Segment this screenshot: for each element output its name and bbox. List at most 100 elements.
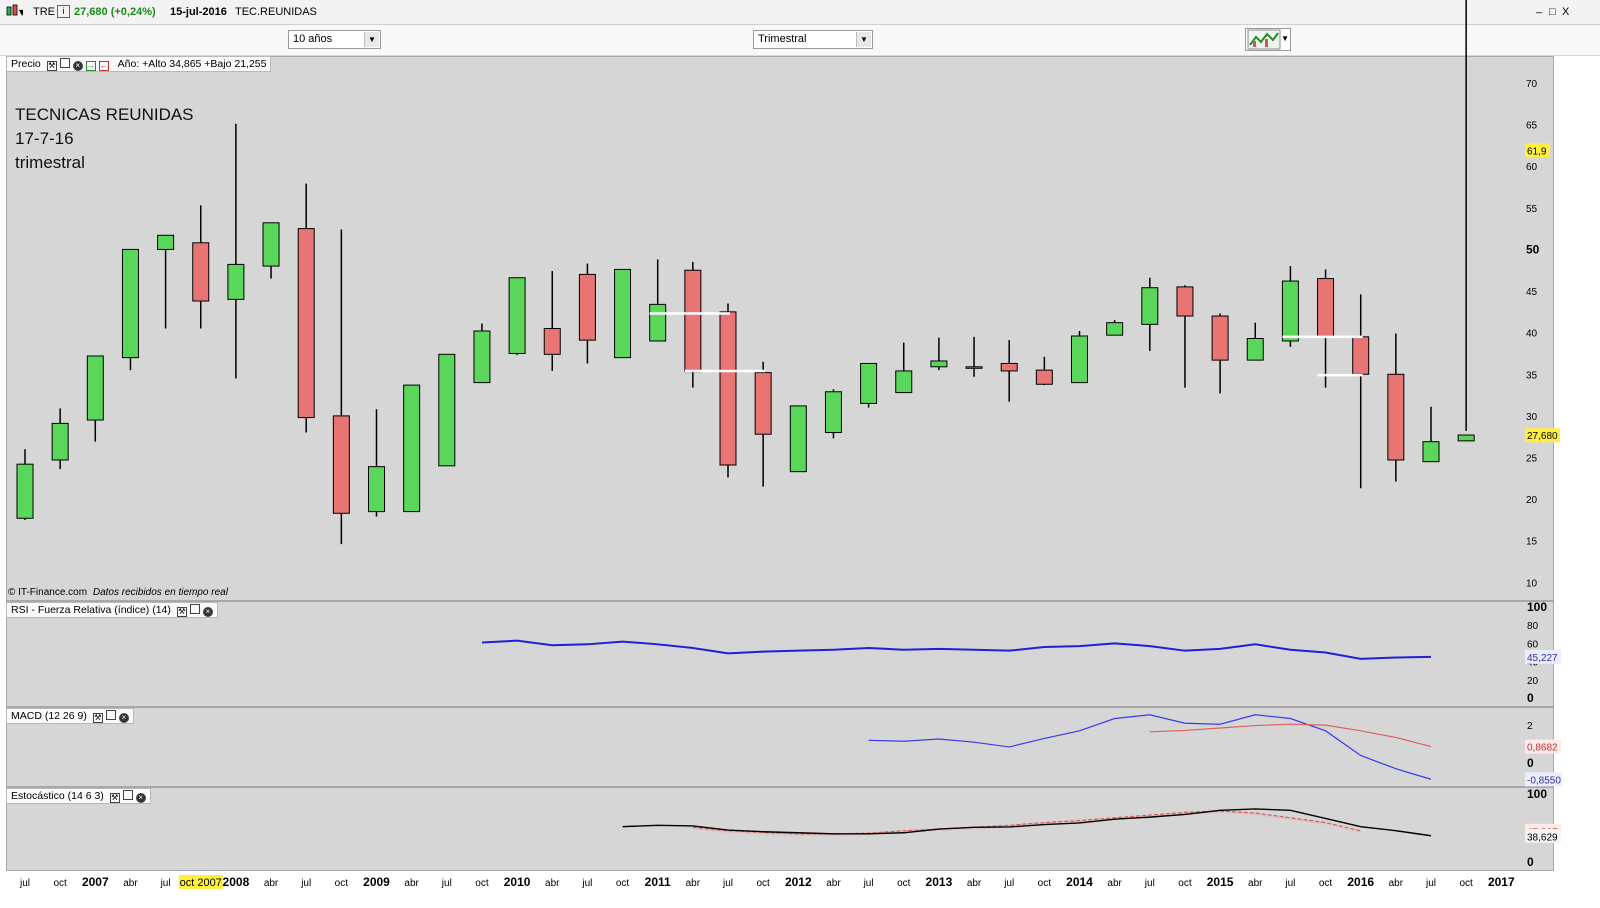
candle-body bbox=[1000, 362, 1018, 372]
candle-body bbox=[684, 269, 702, 373]
x-tick-label: abr bbox=[404, 878, 419, 889]
price-y-tick-label: 40 bbox=[1526, 329, 1538, 340]
x-tick-label: oct bbox=[1178, 878, 1192, 889]
candle-body bbox=[649, 303, 667, 342]
price-y-tick-label: 50 bbox=[1526, 242, 1540, 256]
macd-signal-marker-label: 0,8682 bbox=[1527, 743, 1558, 754]
candle-body bbox=[1281, 280, 1299, 342]
price-y-tick-label: 70 bbox=[1526, 79, 1538, 90]
x-tick-label: abr bbox=[123, 878, 138, 889]
rsi-marker-label: 45,227 bbox=[1527, 653, 1558, 664]
close-icon[interactable]: × bbox=[135, 793, 146, 803]
macd-panel-header: MACD (12 26 9) ⚒ × bbox=[6, 708, 134, 724]
wrench-icon[interactable]: ⚒ bbox=[92, 713, 103, 723]
price-panel-header: Precio ⚒ × → ← Año: +Alto 34,865 +Bajo 21,2… bbox=[6, 56, 272, 72]
x-tick-label: jul bbox=[722, 878, 733, 889]
x-tick-label: abr bbox=[1389, 878, 1404, 889]
export-icon[interactable]: → bbox=[85, 61, 96, 71]
x-tick-label: 2015 bbox=[1207, 875, 1234, 889]
macd-y-tick-label: 2 bbox=[1527, 721, 1533, 732]
macd-marker-label: -0,8550 bbox=[1527, 775, 1561, 786]
candle-body bbox=[824, 391, 842, 434]
x-tick-label: abr bbox=[686, 878, 701, 889]
window-icon[interactable] bbox=[122, 790, 133, 800]
candle-body bbox=[1141, 287, 1159, 325]
candle-body bbox=[895, 370, 913, 394]
x-tick-label: jul bbox=[863, 878, 874, 889]
x-tick-label: abr bbox=[545, 878, 560, 889]
macd-y-tick-label: 0 bbox=[1527, 756, 1534, 770]
candle-body bbox=[332, 415, 350, 514]
x-tick-label: 2007 bbox=[82, 875, 109, 889]
annotation-date: 17-7-16 bbox=[15, 129, 74, 148]
x-tick-label: oct 2007 bbox=[180, 877, 222, 889]
x-tick-label: oct bbox=[756, 878, 770, 889]
x-tick-label: 2016 bbox=[1347, 875, 1374, 889]
wrench-icon[interactable]: ⚒ bbox=[109, 793, 120, 803]
close-icon[interactable]: × bbox=[202, 607, 213, 617]
annotation-interval: trimestral bbox=[15, 153, 85, 172]
candle-body bbox=[1317, 278, 1335, 338]
x-tick-label: abr bbox=[1107, 878, 1122, 889]
candle-body bbox=[192, 242, 210, 302]
x-tick-label: jul bbox=[441, 878, 452, 889]
stochastic-y-tick-label: 0 bbox=[1527, 855, 1534, 869]
stochastic-panel-label: Estocástico (14 6 3) bbox=[11, 790, 104, 802]
candle-body bbox=[578, 273, 596, 341]
x-tick-label: 2012 bbox=[785, 875, 812, 889]
stochastic-panel-header: Estocástico (14 6 3) ⚒ × bbox=[6, 788, 151, 804]
price-y-tick-label: 10 bbox=[1526, 578, 1538, 589]
window-icon[interactable] bbox=[105, 710, 116, 720]
delete-icon[interactable]: ← bbox=[98, 61, 109, 71]
x-tick-label: oct bbox=[616, 878, 630, 889]
rsi-y-tick-label: 100 bbox=[1527, 600, 1547, 614]
x-tick-label: jul bbox=[300, 878, 311, 889]
macd-line bbox=[868, 714, 1432, 780]
candle-body bbox=[860, 362, 878, 404]
price-y-tick-label: 65 bbox=[1526, 121, 1538, 132]
x-tick-label: oct bbox=[53, 878, 67, 889]
x-tick-label: jul bbox=[1003, 878, 1014, 889]
x-tick-label: jul bbox=[160, 878, 171, 889]
candle-body bbox=[438, 353, 456, 467]
x-tick-label: jul bbox=[1425, 878, 1436, 889]
price-panel-label: Precio bbox=[11, 58, 41, 70]
chart-canvas: 1015202530354045505560657061,927,6800204… bbox=[16, 0, 1562, 889]
candle-body bbox=[368, 466, 385, 513]
x-tick-label: oct bbox=[1459, 878, 1473, 889]
price-y-tick-label: 30 bbox=[1526, 412, 1538, 423]
window-icon[interactable] bbox=[59, 58, 70, 68]
candle-body bbox=[789, 405, 807, 473]
close-icon[interactable]: × bbox=[72, 61, 83, 71]
rsi-y-tick-label: 60 bbox=[1527, 639, 1539, 650]
candle-body bbox=[1457, 434, 1475, 442]
x-tick-label: jul bbox=[19, 878, 30, 889]
x-tick-label: oct bbox=[1038, 878, 1052, 889]
macd-signal-line bbox=[1149, 723, 1432, 748]
candle-body bbox=[297, 228, 315, 419]
candle-body bbox=[1422, 441, 1440, 463]
copyright-text: © IT-Finance.com bbox=[8, 587, 88, 598]
x-tick-label: 2011 bbox=[645, 875, 671, 889]
candle-body bbox=[1035, 369, 1053, 385]
window-icon[interactable] bbox=[189, 604, 200, 614]
price-y-tick-label: 60 bbox=[1526, 162, 1538, 173]
wrench-icon[interactable]: ⚒ bbox=[46, 61, 57, 71]
year-range: Año: +Alto 34,865 +Bajo 21,255 bbox=[117, 58, 267, 70]
candle-body bbox=[121, 248, 139, 359]
candle-body bbox=[1106, 322, 1124, 336]
close-icon[interactable]: × bbox=[118, 713, 129, 723]
price-y-tick-label: 35 bbox=[1526, 370, 1538, 381]
x-tick-label: 2013 bbox=[926, 875, 953, 889]
stochastic-y-tick-label: 100 bbox=[1527, 787, 1547, 801]
price-y-tick-label: 45 bbox=[1526, 287, 1538, 298]
candle-body bbox=[1246, 337, 1264, 361]
x-tick-label: abr bbox=[826, 878, 841, 889]
candle-body bbox=[719, 311, 737, 466]
x-tick-label: 2014 bbox=[1066, 875, 1093, 889]
x-tick-label: jul bbox=[1284, 878, 1295, 889]
wrench-icon[interactable]: ⚒ bbox=[176, 607, 187, 617]
price-y-tick-label: 55 bbox=[1526, 204, 1538, 215]
x-tick-label: jul bbox=[1144, 878, 1155, 889]
candle-body bbox=[157, 234, 175, 250]
